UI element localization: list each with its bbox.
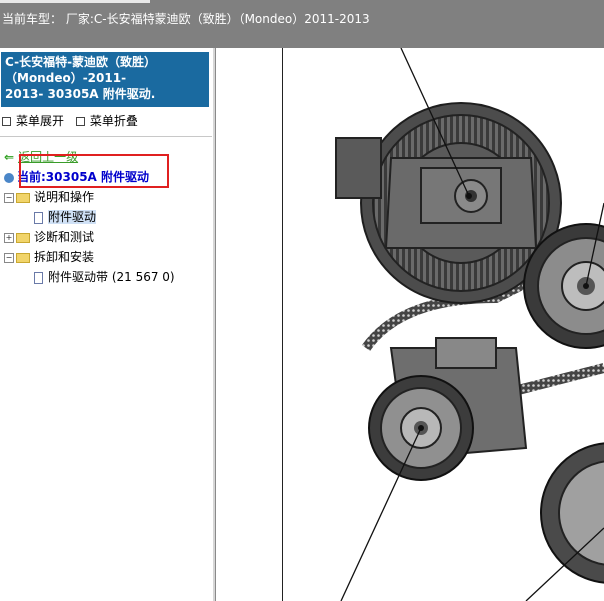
tree-leaf-label: 附件驱动带 (21 567 0) xyxy=(48,270,175,284)
vehicle-model-title: 当前车型： 厂家:C-长安福特蒙迪欧（致胜）（Mondeo）2011-2013 xyxy=(2,12,370,26)
tree-node-label: 拆卸和安装 xyxy=(34,250,95,264)
title-bar: 当前车型： 厂家:C-长安福特蒙迪欧（致胜）（Mondeo）2011-2013 xyxy=(0,0,604,48)
tree-node-label: 诊断和测试 xyxy=(34,230,95,244)
accessory-drive-illustration xyxy=(335,48,604,601)
section-header-line-2: （Mondeo）-2011- xyxy=(5,71,127,85)
navigation-panel: C-长安福特-蒙迪欧（致胜） （Mondeo）-2011- 2013- 3030… xyxy=(0,48,212,601)
document-icon xyxy=(34,211,43,224)
section-header: C-长安福特-蒙迪欧（致胜） （Mondeo）-2011- 2013- 3030… xyxy=(1,52,209,107)
menu-toggle-row: 菜单展开 菜单折叠 xyxy=(2,112,146,129)
section-header-line-1: C-长安福特-蒙迪欧（致胜） xyxy=(5,55,157,69)
document-icon xyxy=(34,271,43,284)
folder-icon xyxy=(16,252,30,263)
title-bar-edge xyxy=(0,0,150,3)
menu-collapse-link[interactable]: 菜单折叠 xyxy=(90,114,138,128)
folder-icon xyxy=(16,192,30,203)
menu-separator xyxy=(0,136,212,137)
folder-icon xyxy=(16,232,30,243)
globe-icon xyxy=(4,172,14,183)
tree-node-description[interactable]: − 说明和操作 xyxy=(4,188,94,205)
tree-leaf-label: 附件驱动 xyxy=(48,210,97,224)
tree-leaf-drive-belt[interactable]: 附件驱动带 (21 567 0) xyxy=(34,268,175,285)
menu-expand-link[interactable]: 菜单展开 xyxy=(16,114,64,128)
tree-node-diagnosis[interactable]: + 诊断和测试 xyxy=(4,228,94,245)
tree-node-removal[interactable]: − 拆卸和安装 xyxy=(4,248,94,265)
section-header-line-3: 2013- 30305A 附件驱动. xyxy=(5,87,156,101)
expand-toggle-icon[interactable]: + xyxy=(4,232,14,243)
collapse-toggle-icon[interactable]: − xyxy=(4,192,14,203)
tree-node-label: 说明和操作 xyxy=(34,190,95,204)
expand-icon xyxy=(2,117,11,126)
illustration-area xyxy=(216,48,604,601)
collapse-icon xyxy=(75,117,85,126)
highlight-annotation-box xyxy=(19,154,169,188)
back-arrow-icon: ⇐ xyxy=(4,150,15,164)
tree-leaf-accessory-drive[interactable]: 附件驱动 xyxy=(34,208,97,225)
collapse-toggle-icon[interactable]: − xyxy=(4,252,14,263)
